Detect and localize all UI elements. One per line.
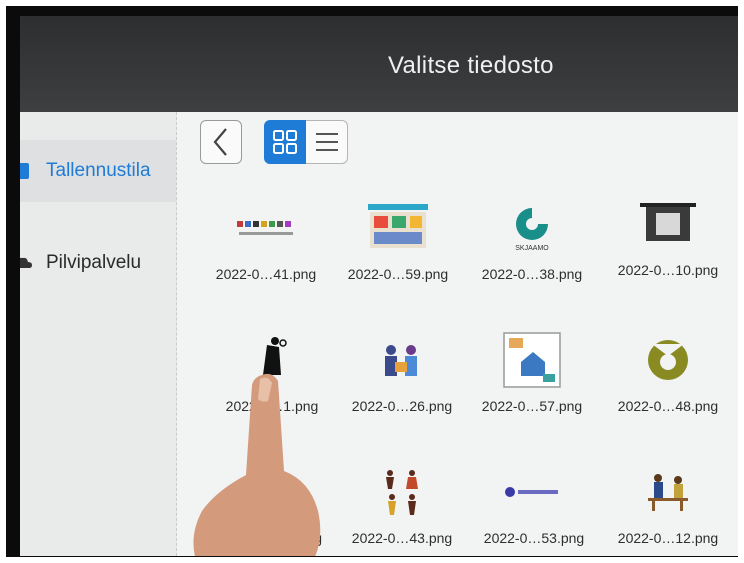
file-item[interactable]: g (200, 460, 324, 556)
file-item[interactable]: 2022-0…59.png (336, 196, 460, 306)
sidebar-item-storage[interactable]: Tallennustila (20, 140, 176, 202)
file-thumbnail (494, 460, 574, 524)
file-name: 2022-0…1.png (225, 398, 319, 414)
file-name: 2022-0…57.png (481, 398, 583, 414)
file-name: 2022-0…53.png (483, 530, 585, 546)
file-name: 2022-0…43.png (351, 530, 453, 546)
file-thumbnail (492, 328, 572, 392)
file-thumbnail: SKJAAMO (492, 196, 572, 260)
file-thumbnail (226, 196, 306, 260)
file-name: 2022-0…10.png (617, 262, 719, 278)
back-button[interactable] (200, 120, 242, 164)
file-thumbnail (232, 328, 312, 392)
file-item[interactable]: 2022-0…1.png (210, 328, 334, 438)
file-name: 2022-0…48.png (617, 398, 719, 414)
file-thumbnail (358, 196, 438, 260)
file-picker-dialog: Valitse tiedosto Tallennustila Pilvipalv… (20, 16, 738, 556)
file-thumbnail (222, 460, 302, 524)
file-name: g (314, 530, 322, 546)
chevron-left-icon (213, 128, 227, 156)
grid-view-button[interactable] (264, 120, 306, 164)
file-name: 2022-0…38.png (481, 266, 583, 282)
file-thumbnail (628, 328, 708, 392)
file-name: 2022-0…12.png (617, 530, 719, 546)
logo-text: SKJAAMO (515, 245, 549, 252)
file-name: 2022-0…41.png (215, 266, 317, 282)
sidebar-item-label: Tallennustila (46, 160, 151, 181)
dialog-title: Valitse tiedosto (388, 52, 554, 79)
cloud-icon (20, 257, 32, 268)
list-view-button[interactable] (306, 120, 348, 164)
file-name: 2022-0…59.png (347, 266, 449, 282)
file-name: 2022-0…26.png (351, 398, 453, 414)
file-thumbnail (628, 460, 708, 524)
file-item[interactable]: 2022-0…10.png (606, 192, 730, 302)
phone-icon (20, 163, 29, 179)
file-item[interactable]: 2022-0…26.png (340, 328, 464, 438)
grid-view-icon (273, 130, 297, 154)
file-item[interactable]: 2022-0…43.png (340, 460, 464, 556)
list-view-icon (315, 133, 338, 151)
sidebar-item-cloud[interactable]: Pilvipalvelu (20, 232, 176, 294)
photo-frame: Valitse tiedosto Tallennustila Pilvipalv… (6, 6, 738, 557)
sidebar-item-label: Pilvipalvelu (46, 252, 142, 273)
sidebar: Tallennustila Pilvipalvelu (20, 112, 177, 556)
file-thumbnail (362, 328, 442, 392)
file-item[interactable]: 2022-0…48.png (606, 328, 730, 438)
file-thumbnail (628, 192, 708, 256)
file-thumbnail (362, 460, 442, 524)
file-item[interactable]: 2022-0…53.png (472, 460, 596, 556)
dialog-titlebar: Valitse tiedosto (20, 16, 738, 112)
file-item[interactable]: SKJAAMO 2022-0…38.png (470, 196, 594, 306)
file-item[interactable]: 2022-0…41.png (204, 196, 328, 306)
file-item[interactable]: 2022-0…12.png (606, 460, 730, 556)
file-item[interactable]: 2022-0…57.png (470, 328, 594, 438)
